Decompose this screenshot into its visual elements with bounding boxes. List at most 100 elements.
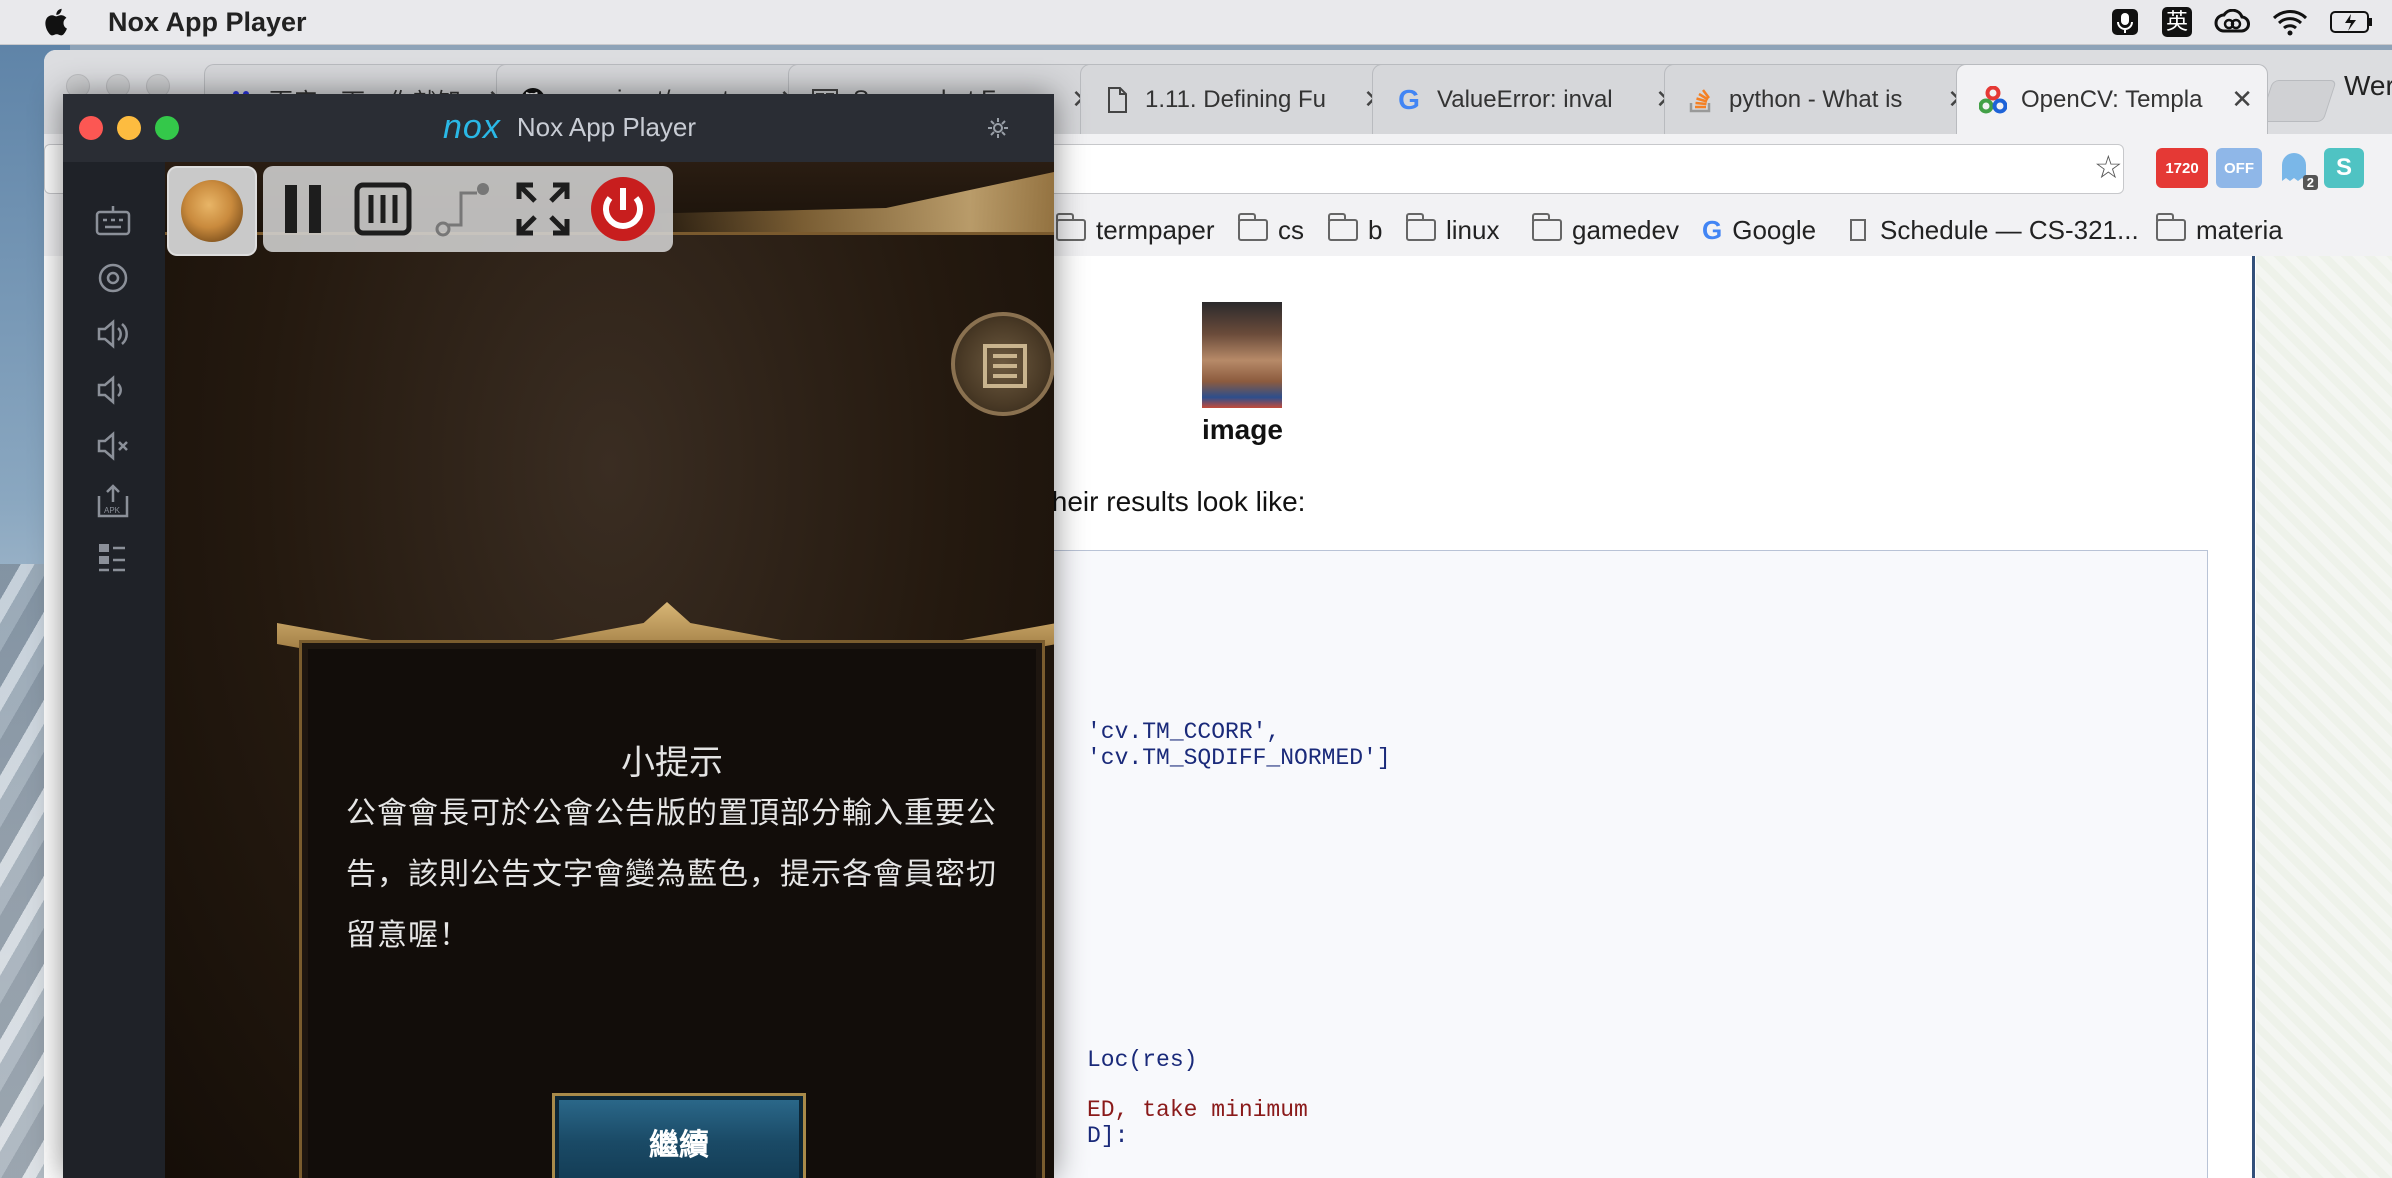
settings-gear-icon[interactable] — [986, 116, 1010, 140]
off-extension[interactable]: OFF — [2216, 148, 2262, 188]
face-image — [1202, 302, 1282, 408]
tab-title: OpenCV: Templa — [2021, 85, 2203, 113]
image-caption: image — [1202, 414, 1283, 445]
page-icon — [1850, 219, 1866, 241]
bookmark-label: Google — [1732, 214, 1817, 245]
pause-icon[interactable] — [263, 166, 343, 252]
bookmark-folder-gamedev[interactable]: gamedev — [1532, 212, 1679, 248]
zoom-button[interactable] — [155, 116, 179, 140]
tab-title: 1.11. Defining Fu — [1145, 85, 1326, 113]
code-line: D]: — [1087, 1123, 1129, 1149]
code-line: 'cv.TM_SQDIFF_NORMED'] — [1087, 745, 1391, 771]
off-label: OFF — [2224, 159, 2254, 177]
bookmark-label: Schedule — CS-321... — [1880, 214, 2139, 245]
bookmark-label: linux — [1446, 214, 1500, 245]
bookmark-label: b — [1368, 214, 1383, 245]
tab-title: ValueError: inval — [1437, 85, 1613, 113]
multi-instance-icon[interactable] — [91, 536, 135, 580]
bookmark-folder-linux[interactable]: linux — [1406, 212, 1499, 248]
nox-sidebar: APK — [63, 162, 165, 1178]
google-g-icon: G — [1702, 214, 1723, 245]
folder-icon — [1056, 213, 1086, 241]
svg-text:APK: APK — [104, 506, 121, 515]
connect-icon[interactable] — [423, 166, 503, 252]
window-controls — [79, 116, 179, 140]
bookmark-folder-termpaper[interactable]: termpaper — [1056, 212, 1215, 248]
game-avatar-button[interactable] — [167, 166, 257, 256]
tab-python-stackoverflow[interactable]: python - What is ✕ — [1664, 64, 1984, 134]
code-line: ED, take minimum — [1087, 1097, 1308, 1123]
game-screen[interactable]: 小提示 公會會長可於公會公告版的置頂部分輸入重要公告，該則公告文字會變為藍色，提… — [165, 162, 1054, 1178]
microphone-icon[interactable] — [2110, 7, 2140, 37]
wifi-icon[interactable] — [2272, 7, 2308, 37]
folder-icon — [2156, 213, 2186, 241]
folder-icon — [1406, 213, 1436, 241]
power-icon[interactable] — [583, 166, 663, 252]
dialog-message: 公會會長可於公會公告版的置頂部分輸入重要公告，該則公告文字會變為藍色，提示各會員… — [346, 797, 997, 952]
apple-icon[interactable] — [42, 7, 68, 37]
mute-icon[interactable] — [91, 424, 135, 468]
new-tab-button[interactable] — [2259, 80, 2337, 122]
bookmark-label: termpaper — [1096, 214, 1215, 245]
menu-app-name[interactable]: Nox App Player — [108, 7, 307, 38]
bookmark-folder-b[interactable]: b — [1328, 212, 1382, 248]
nox-brand: nox Nox App Player — [443, 108, 696, 147]
volume-up-icon[interactable] — [91, 312, 135, 356]
tab-opencv-template[interactable]: OpenCV: Templa ✕ — [1956, 64, 2268, 134]
close-tab-icon[interactable]: ✕ — [2231, 84, 2253, 115]
gmail-extension[interactable]: 1720 — [2156, 148, 2208, 188]
tab-valueerror[interactable]: G ValueError: inval ✕ — [1372, 64, 1692, 134]
creative-cloud-icon[interactable] — [2214, 7, 2250, 37]
folder-icon — [1238, 213, 1268, 241]
bookmark-schedule[interactable]: Schedule — CS-321... — [1850, 212, 2139, 248]
page-side-background — [2256, 256, 2392, 1178]
bookmark-star-icon[interactable]: ☆ — [2094, 148, 2123, 186]
results-text: their results look like: — [1044, 486, 1306, 517]
ghostery-extension[interactable]: 2 — [2274, 148, 2318, 190]
code-line: Loc(res) — [1087, 1047, 1198, 1073]
page-icon — [1103, 86, 1131, 114]
nox-title: Nox App Player — [516, 112, 697, 142]
input-method-icon[interactable]: 英 — [2162, 7, 2192, 37]
code-line: 'cv.TM_CCORR', — [1087, 719, 1281, 745]
fullscreen-icon[interactable] — [503, 166, 583, 252]
close-button[interactable] — [79, 116, 103, 140]
bookmark-google[interactable]: G Google — [1702, 212, 1816, 248]
page-border — [2252, 256, 2255, 1178]
stackoverflow-icon — [1687, 86, 1715, 114]
folder-icon — [1328, 213, 1358, 241]
s-extension[interactable]: S — [2324, 148, 2364, 188]
battery-icon[interactable] — [2330, 7, 2374, 37]
dialog-title: 小提示 — [621, 744, 723, 782]
code-block: 'cv.TM_CCORR', 'cv.TM_SQDIFF_NORMED'] Lo… — [994, 550, 2208, 1178]
macro-toolbar — [263, 166, 673, 252]
continue-button[interactable]: 繼續 — [552, 1093, 806, 1178]
nox-logo: nox — [443, 108, 501, 146]
bookmark-label: gamedev — [1572, 214, 1679, 245]
folder-icon — [1532, 213, 1562, 241]
tab-defining-functions[interactable]: 1.11. Defining Fu ✕ — [1080, 64, 1400, 134]
volume-down-icon[interactable] — [91, 368, 135, 412]
bookmark-folder-cs[interactable]: cs — [1238, 212, 1304, 248]
record-macro-icon[interactable] — [343, 166, 423, 252]
nox-window: nox Nox App Player APK 小提示 公會會長可於公會公告版的置… — [63, 94, 1054, 1178]
tab-title: python - What is — [1729, 85, 1903, 113]
apk-install-icon[interactable]: APK — [91, 480, 135, 524]
game-menu-button[interactable] — [951, 312, 1054, 416]
bookmark-label: materia — [2196, 214, 2283, 245]
hamburger-food-icon — [181, 180, 243, 242]
google-g-icon: G — [1398, 83, 1420, 115]
list-icon — [983, 344, 1027, 388]
s-label: S — [2335, 154, 2352, 181]
menu-bar: Nox App Player 英 — [0, 0, 2392, 45]
minimize-button[interactable] — [117, 116, 141, 140]
bookmark-folder-materia[interactable]: materia — [2156, 212, 2283, 248]
nox-title-bar[interactable]: nox Nox App Player — [63, 94, 1054, 162]
location-icon[interactable] — [91, 256, 135, 300]
ime-label: 英 — [2162, 7, 2192, 37]
keyboard-icon[interactable] — [91, 200, 135, 244]
mail-count: 1720 — [2165, 159, 2199, 177]
nox-overlay-toolbar — [167, 166, 673, 258]
extension-badge-count: 2 — [2302, 175, 2318, 190]
tip-dialog: 小提示 公會會長可於公會公告版的置頂部分輸入重要公告，該則公告文字會變為藍色，提… — [299, 640, 1045, 1178]
